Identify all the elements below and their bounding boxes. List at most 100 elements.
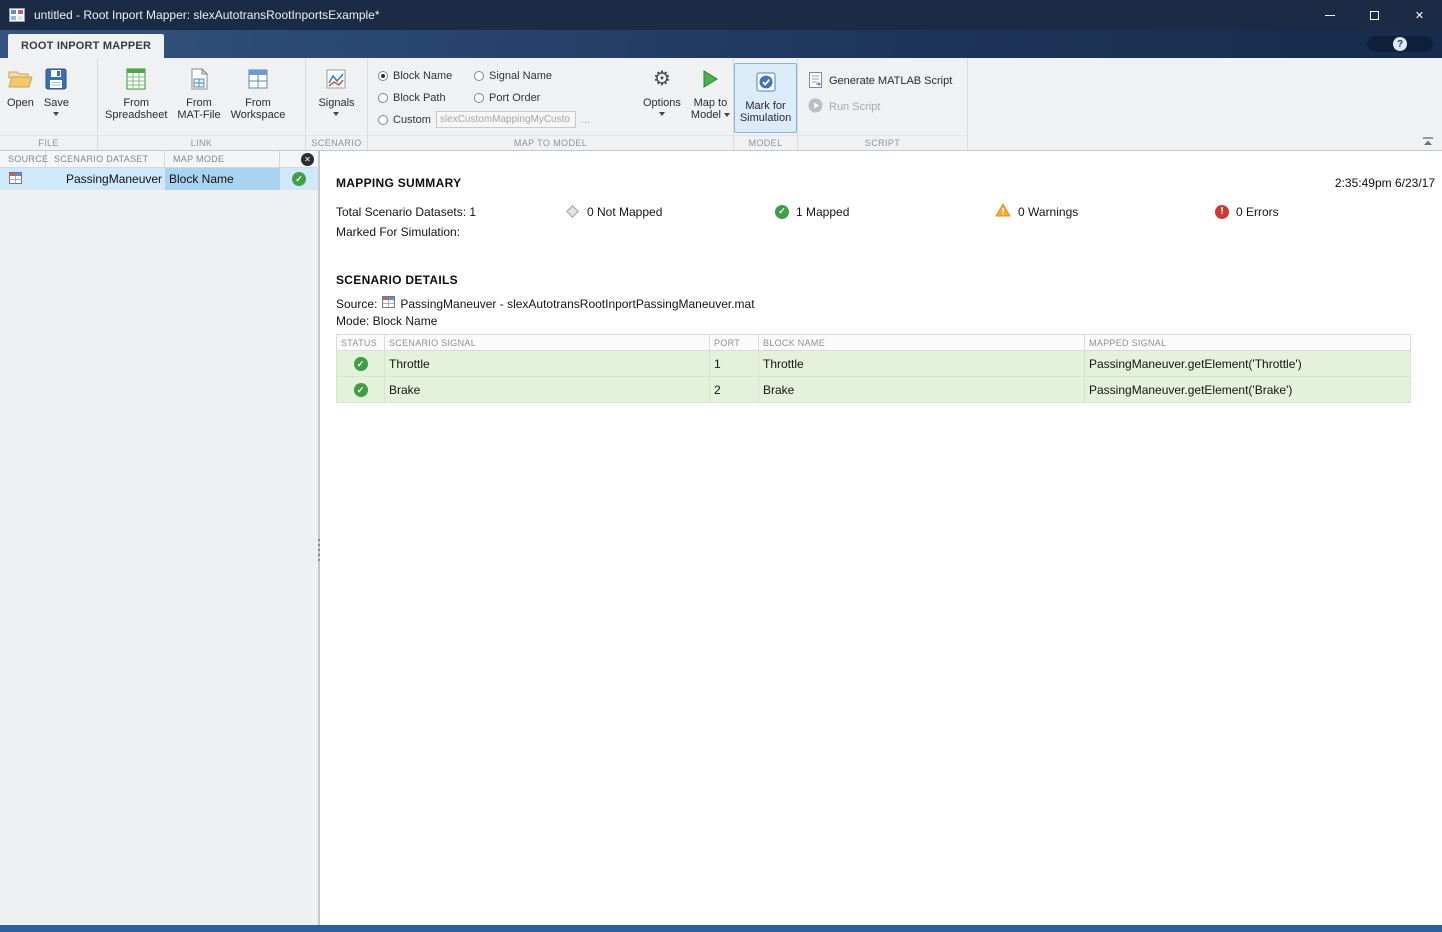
collapse-ribbon-button[interactable] — [1422, 137, 1434, 146]
panel-splitter[interactable] — [318, 151, 320, 925]
map-to-model-button[interactable]: Map to Model — [686, 61, 735, 135]
maximize-icon — [1370, 10, 1379, 20]
radio-selected-icon — [378, 70, 388, 81]
cell-port: 1 — [709, 350, 759, 377]
cell-signal: Throttle — [384, 350, 710, 377]
generate-matlab-script-label: Generate MATLAB Script — [829, 75, 953, 87]
radio-block-name-label: Block Name — [393, 69, 453, 82]
not-mapped-icon — [566, 205, 579, 218]
help-button[interactable]: ? — [1367, 36, 1433, 52]
cell-block: Throttle — [758, 350, 1085, 377]
section-map-to-model: Block Name Signal Name Block Path Port O… — [368, 58, 734, 150]
column-scenario-dataset: SCENARIO DATASET — [46, 151, 165, 167]
signals-icon — [325, 65, 347, 93]
minimize-button[interactable] — [1307, 0, 1352, 30]
row-status-check-icon: ✓ — [353, 383, 368, 398]
section-script: Generate MATLAB Script Run Script SCRIPT — [798, 58, 968, 150]
from-spreadsheet-button[interactable]: From Spreadsheet — [100, 61, 172, 135]
section-file: Open Save FILE — [0, 58, 98, 150]
not-mapped-label: 0 Not Mapped — [587, 204, 663, 219]
maximize-button[interactable] — [1352, 0, 1397, 30]
mode-label: Mode: Block Name — [336, 314, 438, 328]
radio-port-order-label: Port Order — [489, 91, 541, 104]
not-mapped-status: 0 Not Mapped — [565, 205, 775, 219]
radio-block-name[interactable]: Block Name — [378, 66, 466, 85]
scenario-tree-panel: SOURCE SCENARIO DATASET MAP MODE ✕ Passi… — [0, 151, 318, 925]
table-row[interactable]: ✓ Throttle 1 Throttle PassingManeuver.ge… — [336, 350, 1411, 377]
from-spreadsheet-label: From Spreadsheet — [105, 97, 168, 121]
errors-label: 0 Errors — [1236, 204, 1279, 219]
table-header-row: STATUS SCENARIO SIGNAL PORT BLOCK NAME M… — [336, 334, 1411, 351]
section-scenario: Signals SCENARIO — [306, 58, 368, 150]
warnings-label: 0 Warnings — [1018, 204, 1079, 219]
row-status-check-icon: ✓ — [353, 357, 368, 372]
ribbon-filler — [968, 58, 1442, 150]
source-dataset-icon — [382, 296, 396, 311]
radio-custom[interactable]: Custom — [378, 110, 431, 129]
total-datasets-label: Total Scenario Datasets: 1 — [336, 204, 477, 219]
mapped-status: ✓ 1 Mapped — [775, 204, 995, 219]
mark-for-simulation-toggle[interactable]: Mark for Simulation — [733, 63, 798, 133]
run-script-button[interactable]: Run Script — [800, 94, 965, 120]
options-label: Options — [643, 97, 681, 109]
table-row[interactable]: ✓ Brake 2 Brake PassingManeuver.getEleme… — [336, 376, 1411, 403]
header-mapped-signal: MAPPED SIGNAL — [1084, 334, 1411, 351]
header-block-name: BLOCK NAME — [758, 334, 1085, 351]
source-value: PassingManeuver - slexAutotransRootInpor… — [400, 296, 755, 311]
app-icon — [9, 8, 25, 22]
status-bar — [0, 925, 1442, 932]
radio-unselected-icon — [378, 114, 388, 125]
open-button[interactable]: Open — [2, 61, 39, 135]
close-button[interactable]: ✕ — [1397, 0, 1442, 30]
report-timestamp: 2:35:49pm 6/23/17 — [1334, 176, 1435, 190]
root-inport-mapper-window: untitled - Root Inport Mapper: slexAutot… — [0, 0, 1442, 932]
window-controls: ✕ — [1307, 0, 1442, 30]
signals-button[interactable]: Signals — [313, 61, 359, 135]
section-link-label: LINK — [98, 135, 305, 150]
column-source: SOURCE — [0, 151, 48, 167]
open-folder-icon — [7, 65, 34, 93]
scenario-map-mode-cell[interactable]: Block Name — [165, 168, 280, 190]
section-file-label: FILE — [0, 135, 97, 150]
save-dropdown-arrow-icon — [53, 112, 60, 116]
section-model: Mark for Simulation MODEL — [733, 58, 798, 150]
minimize-icon — [1324, 14, 1335, 16]
from-workspace-button[interactable]: From Workspace — [226, 61, 291, 135]
tab-root-inport-mapper[interactable]: ROOT INPORT MAPPER — [8, 34, 165, 58]
gear-icon: ⚙ — [652, 68, 671, 90]
toolstrip-ribbon: Open Save FILE From Spreadsheet From MAT… — [0, 58, 1442, 151]
errors-status: ! 0 Errors — [1215, 204, 1435, 219]
panel-close-button[interactable]: ✕ — [301, 153, 314, 166]
radio-block-path[interactable]: Block Path — [378, 88, 466, 107]
custom-mapping-input[interactable] — [435, 111, 576, 128]
browse-button[interactable]: ... — [581, 114, 590, 126]
mark-for-simulation-icon — [756, 68, 776, 96]
dataset-icon — [9, 171, 22, 187]
section-model-label: MODEL — [734, 135, 797, 150]
save-label: Save — [43, 97, 69, 109]
from-mat-file-button[interactable]: From MAT-File — [172, 61, 225, 135]
options-dropdown-arrow-icon — [658, 112, 665, 116]
mapping-summary-title: MAPPING SUMMARY — [336, 176, 462, 190]
signals-dropdown-arrow-icon — [333, 112, 340, 116]
scenario-tree-header: SOURCE SCENARIO DATASET MAP MODE — [0, 151, 318, 168]
radio-unselected-icon — [474, 92, 484, 103]
scenario-row[interactable]: PassingManeuver Block Name ✓ — [0, 168, 318, 190]
radio-port-order[interactable]: Port Order — [474, 88, 624, 107]
save-floppy-icon — [45, 65, 67, 93]
source-label: Source: — [336, 296, 378, 311]
map-to-model-label-line1: Map to — [693, 97, 728, 109]
radio-signal-name[interactable]: Signal Name — [474, 66, 624, 85]
close-icon: ✕ — [1414, 9, 1425, 22]
header-port: PORT — [709, 334, 759, 351]
help-icon: ? — [1393, 37, 1407, 51]
save-button[interactable]: Save — [39, 61, 74, 135]
marked-for-simulation-label: Marked For Simulation: — [336, 225, 461, 239]
section-link: From Spreadsheet From MAT-File From Work… — [98, 58, 306, 150]
generate-matlab-script-button[interactable]: Generate MATLAB Script — [800, 68, 965, 94]
window-title: untitled - Root Inport Mapper: slexAutot… — [34, 8, 380, 22]
mapped-check-icon: ✓ — [775, 204, 789, 219]
column-map-mode: MAP MODE — [165, 151, 280, 167]
title-bar: untitled - Root Inport Mapper: slexAutot… — [0, 0, 1442, 30]
options-button[interactable]: ⚙ Options — [638, 61, 686, 135]
